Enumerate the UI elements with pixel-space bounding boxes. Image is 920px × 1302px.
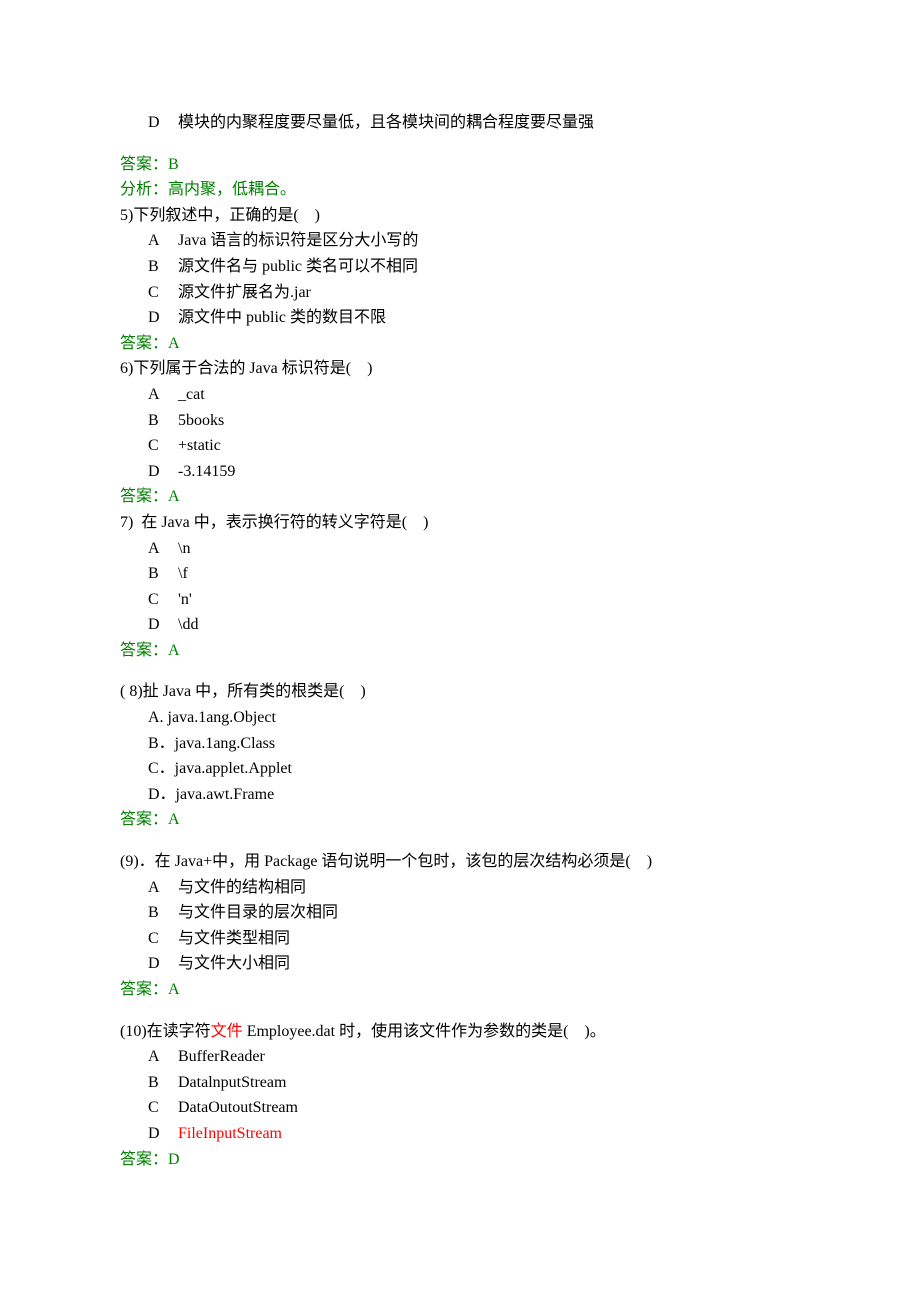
q10-stem-pre: (10)在读字符 bbox=[120, 1023, 211, 1040]
q9-option-b: B与文件目录的层次相同 bbox=[120, 900, 800, 926]
q7-stem: 7) 在 Java 中，表示换行符的转义字符是( ) bbox=[120, 510, 800, 536]
q7-d-text: \dd bbox=[178, 616, 198, 633]
q10-option-d: DFileInputStream bbox=[120, 1121, 800, 1147]
q9-b-text: 与文件目录的层次相同 bbox=[178, 904, 338, 921]
q5-option-b: B源文件名与 public 类名可以不相同 bbox=[120, 254, 800, 280]
q7-b-text: \f bbox=[178, 565, 188, 582]
q9-a-letter: A bbox=[148, 875, 178, 901]
q5-option-d: D源文件中 public 类的数目不限 bbox=[120, 305, 800, 331]
q6-option-d: D-3.14159 bbox=[120, 459, 800, 485]
q7-a-text: \n bbox=[178, 540, 190, 557]
q4-option-d-text: 模块的内聚程度要尽量低，且各模块间的耦合程度要尽量强 bbox=[178, 114, 594, 131]
q7-b-letter: B bbox=[148, 561, 178, 587]
q10-answer: 答案：D bbox=[120, 1147, 800, 1173]
q5-c-letter: C bbox=[148, 280, 178, 306]
q4-answer: 答案：B bbox=[120, 152, 800, 178]
q7-option-b: B\f bbox=[120, 561, 800, 587]
q7-option-d: D\dd bbox=[120, 612, 800, 638]
q8-answer: 答案：A bbox=[120, 807, 800, 833]
q9-d-letter: D bbox=[148, 951, 178, 977]
q6-option-b: B5books bbox=[120, 408, 800, 434]
q8-option-a: A. java.1ang.Object bbox=[120, 705, 800, 731]
q9-d-text: 与文件大小相同 bbox=[178, 955, 290, 972]
q10-c-text: DataOutoutStream bbox=[178, 1099, 298, 1116]
q10-d-letter: D bbox=[148, 1121, 178, 1147]
q5-a-letter: A bbox=[148, 228, 178, 254]
q10-b-letter: B bbox=[148, 1070, 178, 1096]
q9-option-c: C与文件类型相同 bbox=[120, 926, 800, 952]
q6-c-text: +static bbox=[178, 437, 221, 454]
q6-option-c: C+static bbox=[120, 433, 800, 459]
q5-option-a: AJava 语言的标识符是区分大小写的 bbox=[120, 228, 800, 254]
q5-c-text: 源文件扩展名为.jar bbox=[178, 284, 311, 301]
q6-stem: 6)下列属于合法的 Java 标识符是( ) bbox=[120, 356, 800, 382]
q8-option-d: D．java.awt.Frame bbox=[120, 782, 800, 808]
q7-a-letter: A bbox=[148, 536, 178, 562]
q9-a-text: 与文件的结构相同 bbox=[178, 879, 306, 896]
q10-option-a: ABufferReader bbox=[120, 1044, 800, 1070]
q5-answer: 答案：A bbox=[120, 331, 800, 357]
q8-stem: ( 8)扯 Java 中，所有类的根类是( ) bbox=[120, 679, 800, 705]
q5-d-text: 源文件中 public 类的数目不限 bbox=[178, 309, 386, 326]
q9-stem: (9)．在 Java+中，用 Package 语句说明一个包时，该包的层次结构必… bbox=[120, 849, 800, 875]
q10-option-c: CDataOutoutStream bbox=[120, 1095, 800, 1121]
q10-d-text: FileInputStream bbox=[178, 1125, 282, 1142]
q6-b-letter: B bbox=[148, 408, 178, 434]
q10-a-text: BufferReader bbox=[178, 1048, 265, 1065]
q7-c-letter: C bbox=[148, 587, 178, 613]
q6-b-text: 5books bbox=[178, 412, 224, 429]
q6-a-letter: A bbox=[148, 382, 178, 408]
q6-d-text: -3.14159 bbox=[178, 463, 235, 480]
q10-c-letter: C bbox=[148, 1095, 178, 1121]
q6-a-text: _cat bbox=[178, 386, 205, 403]
q7-option-a: A\n bbox=[120, 536, 800, 562]
q6-answer: 答案：A bbox=[120, 484, 800, 510]
q10-b-text: DatalnputStream bbox=[178, 1074, 286, 1091]
q10-stem-post: Employee.dat 时，使用该文件作为参数的类是( )。 bbox=[243, 1023, 606, 1040]
q4-option-d-letter: D bbox=[148, 110, 178, 136]
q5-b-text: 源文件名与 public 类名可以不相同 bbox=[178, 258, 418, 275]
q6-option-a: A_cat bbox=[120, 382, 800, 408]
q8-option-b: B．java.1ang.Class bbox=[120, 731, 800, 757]
q7-option-c: C'n' bbox=[120, 587, 800, 613]
q7-d-letter: D bbox=[148, 612, 178, 638]
q9-c-letter: C bbox=[148, 926, 178, 952]
q5-option-c: C源文件扩展名为.jar bbox=[120, 280, 800, 306]
q10-stem-file-word: 文件 bbox=[211, 1023, 243, 1040]
q9-option-d: D与文件大小相同 bbox=[120, 951, 800, 977]
q5-stem: 5)下列叙述中，正确的是( ) bbox=[120, 203, 800, 229]
q9-option-a: A与文件的结构相同 bbox=[120, 875, 800, 901]
q10-stem: (10)在读字符文件 Employee.dat 时，使用该文件作为参数的类是( … bbox=[120, 1019, 800, 1045]
q4-option-d: D模块的内聚程度要尽量低，且各模块间的耦合程度要尽量强 bbox=[120, 110, 800, 136]
q9-answer: 答案：A bbox=[120, 977, 800, 1003]
q9-b-letter: B bbox=[148, 900, 178, 926]
q7-answer: 答案：A bbox=[120, 638, 800, 664]
q5-d-letter: D bbox=[148, 305, 178, 331]
q5-b-letter: B bbox=[148, 254, 178, 280]
q9-c-text: 与文件类型相同 bbox=[178, 930, 290, 947]
q7-c-text: 'n' bbox=[178, 591, 192, 608]
document-page: D模块的内聚程度要尽量低，且各模块间的耦合程度要尽量强 答案：B 分析：高内聚，… bbox=[0, 0, 920, 1302]
q6-c-letter: C bbox=[148, 433, 178, 459]
q10-option-b: BDatalnputStream bbox=[120, 1070, 800, 1096]
q4-analysis: 分析：高内聚，低耦合。 bbox=[120, 177, 800, 203]
q8-option-c: C．java.applet.Applet bbox=[120, 756, 800, 782]
q10-a-letter: A bbox=[148, 1044, 178, 1070]
q5-a-text: Java 语言的标识符是区分大小写的 bbox=[178, 232, 418, 249]
q6-d-letter: D bbox=[148, 459, 178, 485]
